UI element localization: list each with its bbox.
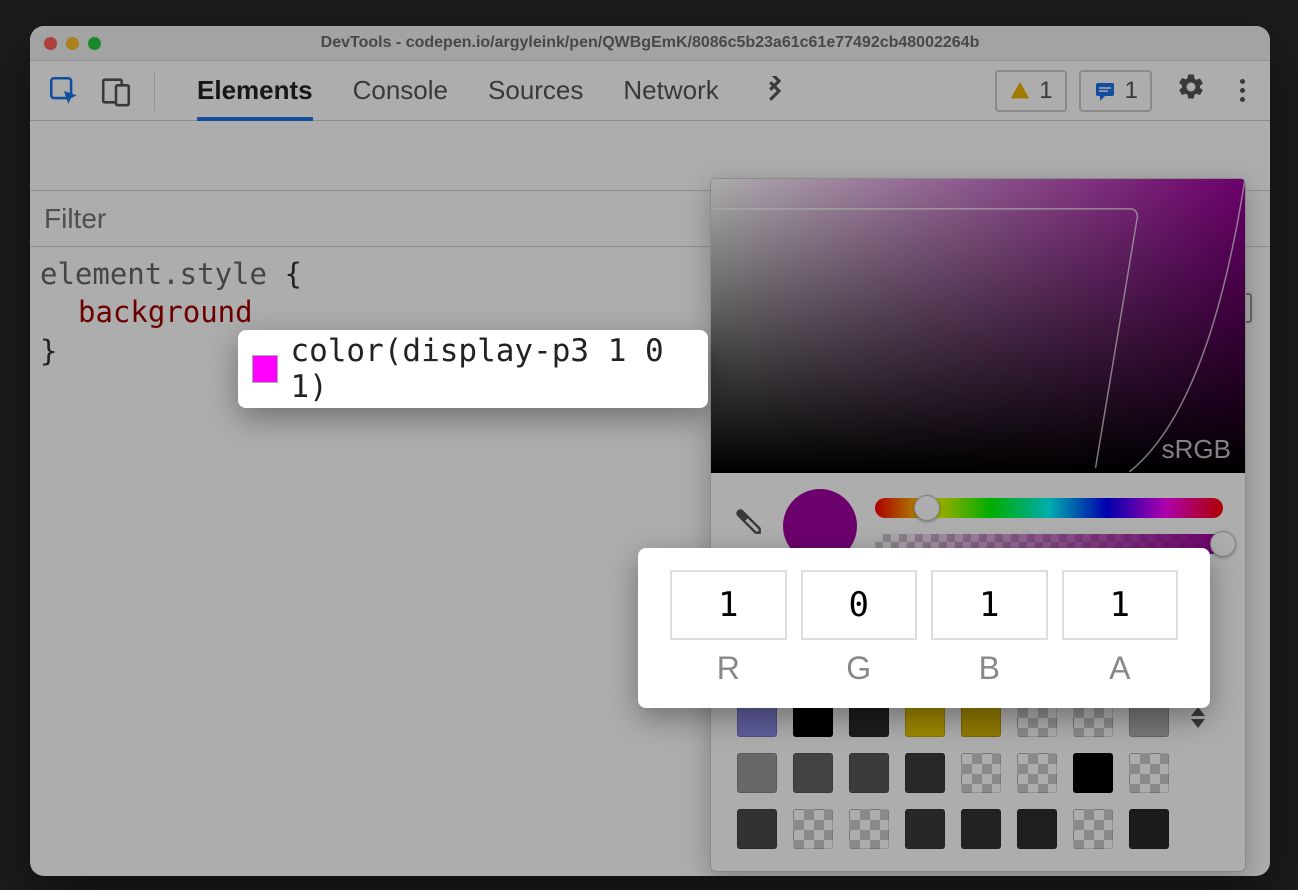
titlebar: DevTools - codepen.io/argyleink/pen/QWBg… xyxy=(30,26,1270,61)
selector-text[interactable]: element.style xyxy=(40,257,267,291)
palette-swatch[interactable] xyxy=(961,753,1001,793)
close-window-icon[interactable] xyxy=(44,37,57,50)
tab-network[interactable]: Network xyxy=(623,61,718,120)
palette-swatch[interactable] xyxy=(905,809,945,849)
hue-thumb[interactable] xyxy=(914,495,940,521)
channel-a-label: A xyxy=(1062,650,1179,687)
channel-b-label: B xyxy=(931,650,1048,687)
panel-tabs: Elements Console Sources Network xyxy=(197,61,789,120)
color-swatch-icon[interactable] xyxy=(252,355,278,383)
palette-swatch[interactable] xyxy=(1129,809,1169,849)
palette-swatch[interactable] xyxy=(737,753,777,793)
palette-swatch[interactable] xyxy=(793,753,833,793)
channel-g-label: G xyxy=(801,650,918,687)
palette-swatch[interactable] xyxy=(1017,753,1057,793)
palette-swatch[interactable] xyxy=(961,809,1001,849)
palette-swatch[interactable] xyxy=(1129,753,1169,793)
channel-b-input[interactable]: 1 xyxy=(931,570,1048,640)
css-property-value[interactable]: color(display-p3 1 0 1) xyxy=(290,333,694,405)
channel-g-input[interactable]: 0 xyxy=(801,570,918,640)
device-toolbar-icon[interactable] xyxy=(96,71,136,111)
rule-close: } xyxy=(40,334,57,368)
color-gradient-area[interactable]: sRGB xyxy=(711,179,1245,473)
palette-swatch[interactable] xyxy=(849,753,889,793)
rgba-inputs-highlight: 1 0 1 1 R G B A xyxy=(638,548,1210,708)
gamut-boundary-icon xyxy=(711,179,1245,472)
alpha-thumb[interactable] xyxy=(1210,531,1236,557)
more-tabs-icon[interactable] xyxy=(759,61,789,120)
palette-stepper-icon[interactable] xyxy=(1185,707,1211,728)
gear-icon[interactable] xyxy=(1176,72,1206,110)
warnings-count: 1 xyxy=(1039,77,1052,105)
minimize-window-icon[interactable] xyxy=(66,37,79,50)
inspect-element-icon[interactable] xyxy=(44,71,84,111)
warnings-badge[interactable]: 1 xyxy=(995,70,1066,112)
channel-r-label: R xyxy=(670,650,787,687)
messages-count: 1 xyxy=(1125,77,1138,105)
palette-swatch[interactable] xyxy=(1017,809,1057,849)
kebab-menu-icon[interactable] xyxy=(1230,79,1254,102)
palette-swatch[interactable] xyxy=(1073,753,1113,793)
gamut-label: sRGB xyxy=(1162,434,1231,465)
devtools-window: DevTools - codepen.io/argyleink/pen/QWBg… xyxy=(30,26,1270,876)
traffic-lights xyxy=(44,37,101,50)
palette-swatch[interactable] xyxy=(849,809,889,849)
tab-console[interactable]: Console xyxy=(353,61,448,120)
styles-filter-input[interactable] xyxy=(44,203,444,235)
tab-elements[interactable]: Elements xyxy=(197,61,313,120)
hue-slider[interactable] xyxy=(875,498,1223,518)
messages-badge[interactable]: 1 xyxy=(1079,70,1152,112)
palette-swatch[interactable] xyxy=(905,753,945,793)
channel-a-input[interactable]: 1 xyxy=(1062,570,1179,640)
palette-swatch[interactable] xyxy=(737,809,777,849)
devtools-toolbar: Elements Console Sources Network 1 1 xyxy=(30,61,1270,121)
channel-r-input[interactable]: 1 xyxy=(670,570,787,640)
eyedropper-icon[interactable] xyxy=(733,506,765,546)
divider xyxy=(154,71,155,111)
color-picker-popover: sRGB xyxy=(710,178,1246,872)
tab-sources[interactable]: Sources xyxy=(488,61,583,120)
css-value-highlight: color(display-p3 1 0 1) xyxy=(238,330,708,408)
palette-swatch[interactable] xyxy=(1073,809,1113,849)
palette-swatch[interactable] xyxy=(793,809,833,849)
window-title: DevTools - codepen.io/argyleink/pen/QWBg… xyxy=(30,34,1270,52)
css-property-name[interactable]: background xyxy=(78,295,253,329)
zoom-window-icon[interactable] xyxy=(88,37,101,50)
